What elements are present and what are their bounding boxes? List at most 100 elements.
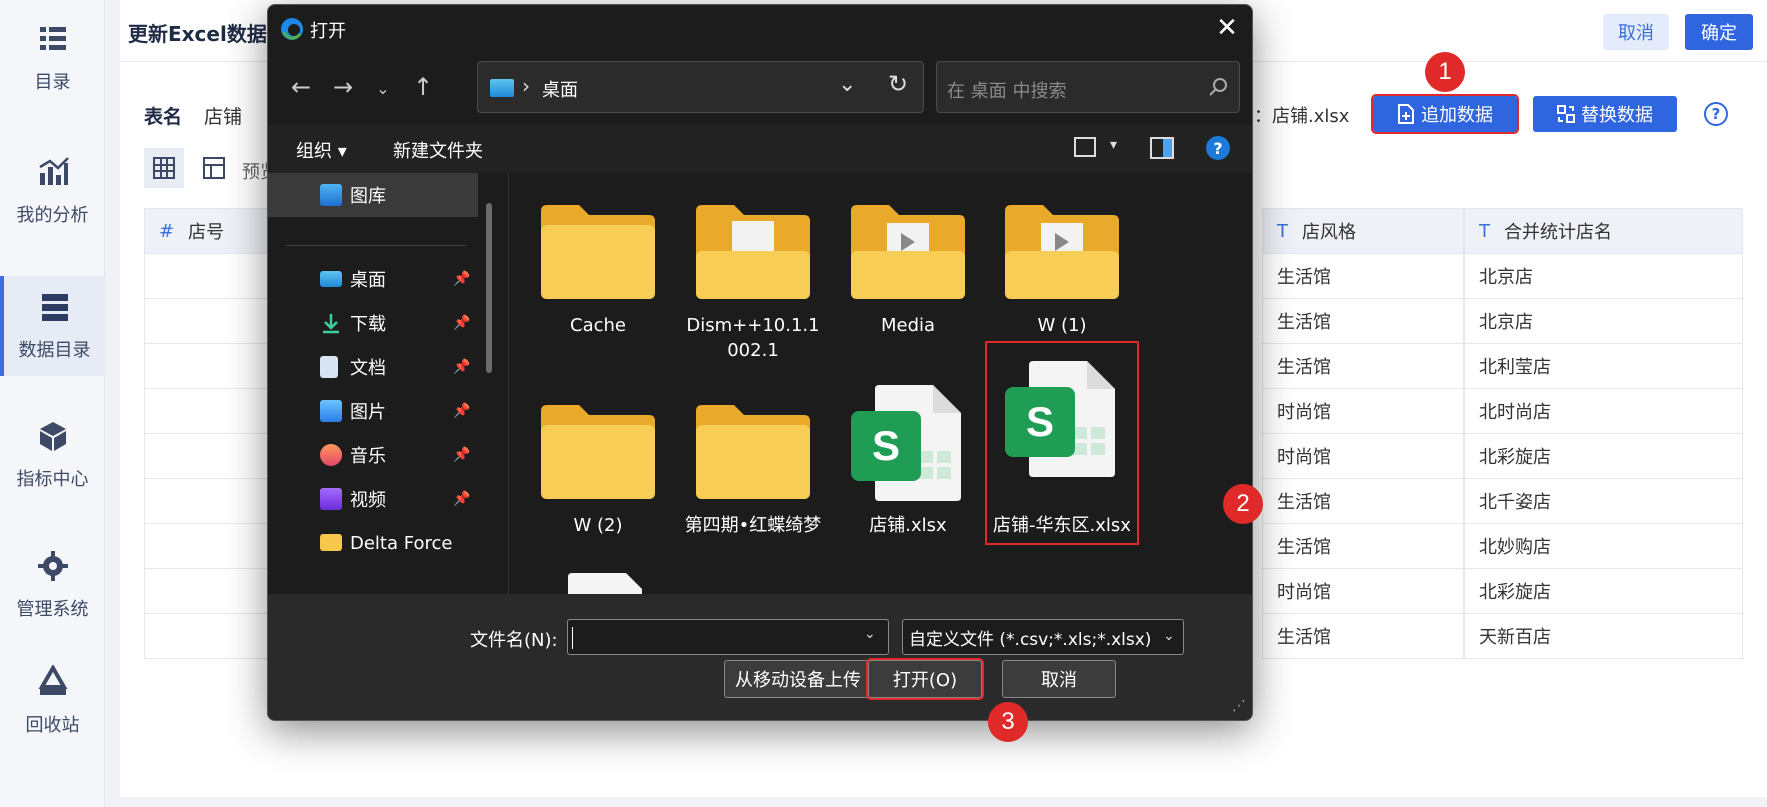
- search-placeholder: 在 桌面 中搜索: [947, 81, 1067, 102]
- step-badge-3: 3: [988, 702, 1028, 742]
- confirm-button[interactable]: 确定: [1685, 14, 1753, 50]
- refresh-icon[interactable]: ↻: [888, 70, 908, 98]
- address-bar[interactable]: › 桌面 ⌄ ↻: [477, 61, 924, 113]
- database-icon: [41, 294, 68, 321]
- pin-icon[interactable]: 📌: [453, 491, 470, 507]
- chevron-down-icon[interactable]: ⌄: [838, 72, 856, 97]
- folder-icon: [541, 405, 655, 499]
- catalog-icon: [39, 27, 66, 50]
- file-item-phase4[interactable]: 第四期•红蝶绮梦: [678, 373, 828, 543]
- sidebar-item-pictures[interactable]: 图片 📌: [268, 389, 478, 433]
- upload-from-mobile-button[interactable]: 从移动设备上传: [724, 660, 872, 698]
- table-cell: 生活馆: [1262, 614, 1464, 659]
- recent-chevron-icon[interactable]: ⌄: [368, 79, 398, 98]
- document-icon: [320, 356, 338, 378]
- chevron-down-icon[interactable]: ⌄: [864, 626, 876, 642]
- page-title: 更新Excel数据: [128, 22, 267, 46]
- sidebar-scrollbar[interactable]: [486, 203, 492, 373]
- nav-label: 数据目录: [18, 340, 91, 361]
- file-item-w2[interactable]: W (2): [523, 373, 673, 543]
- nav-item-metrics[interactable]: 指标中心: [0, 405, 105, 505]
- sidebar-item-documents[interactable]: 文档 📌: [268, 345, 478, 389]
- file-name: 店铺-华东区.xlsx: [993, 515, 1131, 536]
- file-item-media[interactable]: Media: [833, 173, 983, 343]
- sidebar-item-delta-force[interactable]: Delta Force: [268, 521, 478, 565]
- pin-icon[interactable]: 📌: [453, 403, 470, 419]
- grid-icon: [153, 157, 175, 179]
- cube-icon: [39, 422, 66, 451]
- replace-data-button[interactable]: 替换数据: [1533, 96, 1677, 132]
- edge-logo-icon: [281, 18, 303, 40]
- file-name: 店铺.xlsx: [869, 515, 947, 536]
- preview-icon[interactable]: [202, 156, 226, 180]
- nav-item-recycle[interactable]: 回收站: [0, 651, 105, 751]
- new-folder-button[interactable]: 新建文件夹: [393, 137, 483, 163]
- sidebar-item-gallery[interactable]: 图库: [268, 173, 478, 217]
- filename-input[interactable]: ⌄: [567, 619, 889, 655]
- table-cell: 生活馆: [1262, 524, 1464, 569]
- resize-grip-icon[interactable]: ⋰: [1232, 698, 1246, 714]
- nav-item-catalog[interactable]: 目录: [0, 8, 105, 108]
- pin-icon[interactable]: 📌: [453, 271, 470, 287]
- file-list: Cache Dism++10.1.1002.1 Media W (1) W (2…: [509, 173, 1252, 595]
- folder-document-icon: [696, 205, 810, 299]
- file-item-dism[interactable]: Dism++10.1.1002.1: [678, 173, 828, 361]
- cancel-button[interactable]: 取消: [1603, 14, 1669, 50]
- chevron-down-icon[interactable]: ▾: [1110, 137, 1117, 153]
- up-icon[interactable]: ↑: [408, 73, 438, 101]
- pin-icon[interactable]: 📌: [453, 359, 470, 375]
- cancel-button[interactable]: 取消: [1002, 660, 1116, 698]
- open-button[interactable]: 打开(O): [866, 658, 984, 700]
- file-item-w1[interactable]: W (1): [987, 173, 1137, 343]
- filename-label: 文件名(N):: [470, 630, 558, 651]
- step-badge-2: 2: [1223, 484, 1263, 524]
- svg-text:S: S: [872, 422, 900, 469]
- grid-view-button[interactable]: [144, 148, 184, 188]
- file-item-store-east-xlsx[interactable]: S 店铺-华东区.xlsx: [985, 341, 1139, 545]
- file-open-dialog: 打开 ✕ ← → ⌄ ↑ › 桌面 ⌄ ↻ 在 桌面 中搜索 组织 ▾ 新建文件…: [267, 4, 1253, 721]
- search-input[interactable]: 在 桌面 中搜索: [936, 61, 1240, 113]
- view-mode-icon[interactable]: [1074, 137, 1096, 157]
- file-add-icon: [1398, 104, 1414, 124]
- file-item-store-xlsx[interactable]: S 店铺.xlsx: [833, 373, 983, 543]
- table-cell: 时尚馆: [1262, 569, 1464, 614]
- back-icon[interactable]: ←: [286, 73, 316, 101]
- forward-icon[interactable]: →: [328, 73, 358, 101]
- filetype-select[interactable]: 自定义文件 (*.csv;*.xls;*.xlsx) ⌄: [902, 619, 1184, 655]
- column-header-merged-name[interactable]: T 合并统计店名: [1464, 208, 1743, 254]
- sidebar-item-downloads[interactable]: 下载 📌: [268, 301, 478, 345]
- chevron-down-icon: ⌄: [1163, 628, 1175, 644]
- nav-item-my-analysis[interactable]: 我的分析: [0, 141, 105, 241]
- folder-icon: [320, 534, 342, 551]
- help-icon[interactable]: ?: [1206, 136, 1230, 160]
- music-icon: [320, 444, 342, 466]
- replace-icon: [1557, 105, 1575, 123]
- append-data-button[interactable]: 追加数据: [1371, 94, 1519, 134]
- file-name: 第四期•红蝶绮梦: [684, 515, 822, 536]
- sidebar-item-music[interactable]: 音乐 📌: [268, 433, 478, 477]
- nav-label: 指标中心: [16, 469, 89, 490]
- download-icon: [323, 314, 339, 334]
- file-item-cache[interactable]: Cache: [523, 173, 673, 343]
- preview-pane-icon[interactable]: [1150, 137, 1174, 159]
- pin-icon[interactable]: 📌: [453, 315, 470, 331]
- dialog-title: 打开: [310, 21, 346, 42]
- nav-item-admin[interactable]: 管理系统: [0, 535, 105, 635]
- table-cell: 时尚馆: [1262, 434, 1464, 479]
- column-header-style[interactable]: T 店风格: [1262, 208, 1464, 254]
- sidebar-item-desktop[interactable]: 桌面 📌: [268, 257, 478, 301]
- help-icon[interactable]: ?: [1704, 102, 1728, 126]
- pin-icon[interactable]: 📌: [453, 447, 470, 463]
- dialog-sidebar: 图库 桌面 📌 下载 📌 文档 📌 图片 📌 音乐 📌 视频 📌 Delta F…: [268, 173, 508, 594]
- nav-item-data-catalog[interactable]: 数据目录: [0, 276, 105, 376]
- text-cursor: [572, 627, 573, 649]
- replace-data-label: 替换数据: [1581, 105, 1653, 126]
- search-icon: [1209, 78, 1227, 96]
- organize-menu[interactable]: 组织 ▾: [296, 137, 347, 163]
- nav-label: 管理系统: [16, 599, 89, 620]
- table-cell: 北彩旋店: [1464, 569, 1743, 614]
- close-icon[interactable]: ✕: [1214, 15, 1240, 41]
- table-cell: 时尚馆: [1262, 389, 1464, 434]
- table-cell: 北时尚店: [1464, 389, 1743, 434]
- sidebar-item-videos[interactable]: 视频 📌: [268, 477, 478, 521]
